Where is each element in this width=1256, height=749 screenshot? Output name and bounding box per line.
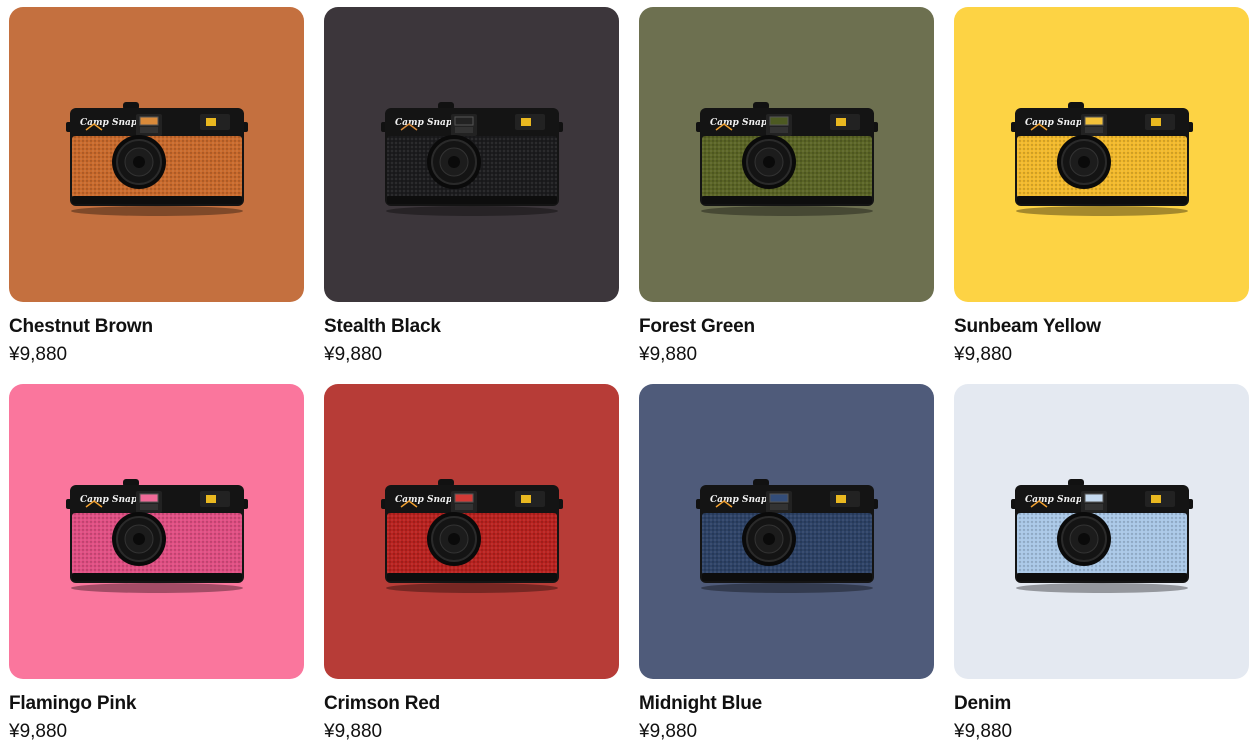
product-name[interactable]: Crimson Red [324,693,619,715]
camera-product-image: Camp Snap [66,102,248,216]
product-card[interactable]: Camp Snap Denim ¥9,880 [954,384,1249,743]
product-price: ¥9,880 [954,721,1013,742]
camera-product-image: Camp Snap [381,102,563,216]
camera-product-image: Camp Snap [66,479,248,593]
product-price: ¥9,880 [639,344,698,365]
product-card[interactable]: Camp Snap Sunbeam Yellow ¥9,880 [954,7,1249,384]
product-image-tile[interactable]: Camp Snap [639,7,934,302]
svg-text:Camp Snap: Camp Snap [80,118,138,128]
product-image-tile[interactable]: Camp Snap [639,384,934,679]
product-price: ¥9,880 [639,721,698,742]
product-image-tile[interactable]: Camp Snap [9,384,304,679]
product-image-tile[interactable]: Camp Snap [954,7,1249,302]
svg-text:Camp Snap: Camp Snap [710,118,768,128]
product-name[interactable]: Denim [954,693,1249,715]
product-name[interactable]: Flamingo Pink [9,693,304,715]
product-card[interactable]: Camp Snap Flamingo Pink ¥9,880 [9,384,304,743]
svg-text:Camp Snap: Camp Snap [1025,118,1083,128]
svg-text:Camp Snap: Camp Snap [1025,495,1083,505]
camera-product-image: Camp Snap [696,102,878,216]
product-price: ¥9,880 [324,344,383,365]
camera-product-image: Camp Snap [696,479,878,593]
product-price: ¥9,880 [954,344,1013,365]
svg-text:Camp Snap: Camp Snap [80,495,138,505]
svg-text:Camp Snap: Camp Snap [710,495,768,505]
product-name[interactable]: Chestnut Brown [9,316,304,338]
svg-text:Camp Snap: Camp Snap [395,495,453,505]
product-card[interactable]: Camp Snap Forest Green ¥9,880 [639,7,934,384]
product-name[interactable]: Midnight Blue [639,693,934,715]
camera-product-image: Camp Snap [1011,479,1193,593]
product-name[interactable]: Forest Green [639,316,934,338]
svg-text:Camp Snap: Camp Snap [395,118,453,128]
product-card[interactable]: Camp Snap Stealth Black ¥9,880 [324,7,619,384]
product-price: ¥9,880 [9,344,68,365]
product-image-tile[interactable]: Camp Snap [9,7,304,302]
product-card[interactable]: Camp Snap Crimson Red ¥9,880 [324,384,619,743]
product-image-tile[interactable]: Camp Snap [324,7,619,302]
product-image-tile[interactable]: Camp Snap [324,384,619,679]
product-price: ¥9,880 [324,721,383,742]
product-image-tile[interactable]: Camp Snap [954,384,1249,679]
product-price: ¥9,880 [9,721,68,742]
product-card[interactable]: Camp Snap Chestnut Brown ¥9,880 [9,7,304,384]
camera-product-image: Camp Snap [1011,102,1193,216]
product-grid: Camp Snap Chestnut Brown ¥9,880 Camp Sna… [9,7,1249,743]
product-card[interactable]: Camp Snap Midnight Blue ¥9,880 [639,384,934,743]
product-name[interactable]: Sunbeam Yellow [954,316,1249,338]
product-name[interactable]: Stealth Black [324,316,619,338]
camera-product-image: Camp Snap [381,479,563,593]
